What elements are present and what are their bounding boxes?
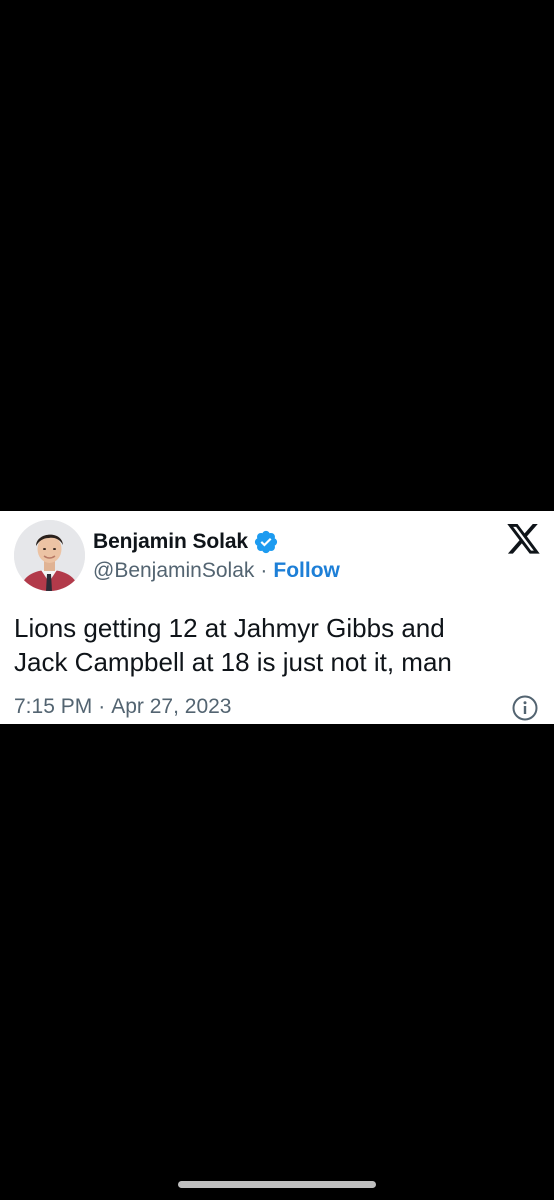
- tweet-text: Lions getting 12 at Jahmyr Gibbs and Jac…: [14, 611, 534, 679]
- author-display-name[interactable]: Benjamin Solak: [93, 530, 248, 554]
- tweet-timestamp[interactable]: 7:15 PM · Apr 27, 2023: [14, 693, 231, 721]
- x-logo-icon[interactable]: [507, 524, 541, 555]
- author-name-row: Benjamin Solak: [93, 528, 279, 556]
- tweet-text-line: Lions getting 12 at Jahmyr Gibbs and: [14, 613, 445, 643]
- avatar-image: [14, 520, 85, 591]
- author-handle[interactable]: @BenjaminSolak: [93, 559, 254, 583]
- separator-dot: ·: [98, 695, 106, 718]
- screen-background: Benjamin Solak @BenjaminSolak · Follow L…: [0, 0, 554, 1200]
- follow-button[interactable]: Follow: [273, 559, 340, 583]
- tweet-date: Apr 27, 2023: [111, 695, 232, 718]
- home-indicator[interactable]: [178, 1181, 376, 1188]
- info-icon[interactable]: [512, 695, 538, 721]
- tweet-time: 7:15 PM: [14, 695, 93, 718]
- tweet-card[interactable]: Benjamin Solak @BenjaminSolak · Follow L…: [0, 511, 554, 724]
- tweet-text-line: Jack Campbell at 18 is just not it, man: [14, 647, 452, 677]
- verified-badge-icon: [253, 529, 279, 555]
- separator-dot: ·: [260, 559, 268, 582]
- author-handle-row: @BenjaminSolak · Follow: [93, 557, 340, 585]
- avatar[interactable]: [14, 520, 85, 591]
